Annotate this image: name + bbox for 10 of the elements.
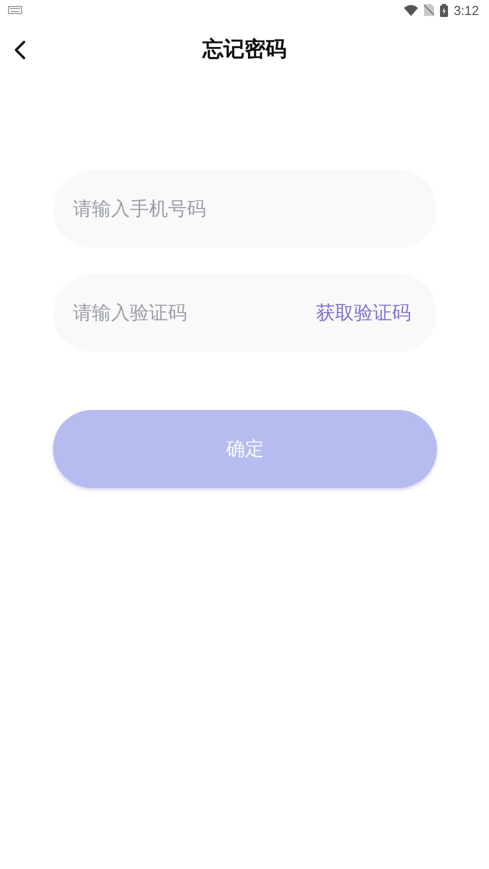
page-title: 忘记密码	[202, 36, 286, 63]
clock-time: 3:12	[454, 2, 479, 18]
get-code-link[interactable]: 获取验证码	[316, 300, 411, 326]
battery-icon	[440, 4, 448, 16]
code-field[interactable]: 请输入验证码	[73, 302, 316, 324]
back-button[interactable]	[12, 38, 28, 62]
keyboard-icon	[8, 6, 22, 14]
wifi-icon	[404, 4, 418, 16]
no-sim-icon	[424, 4, 434, 16]
phone-field[interactable]: 请输入手机号码	[53, 170, 437, 248]
